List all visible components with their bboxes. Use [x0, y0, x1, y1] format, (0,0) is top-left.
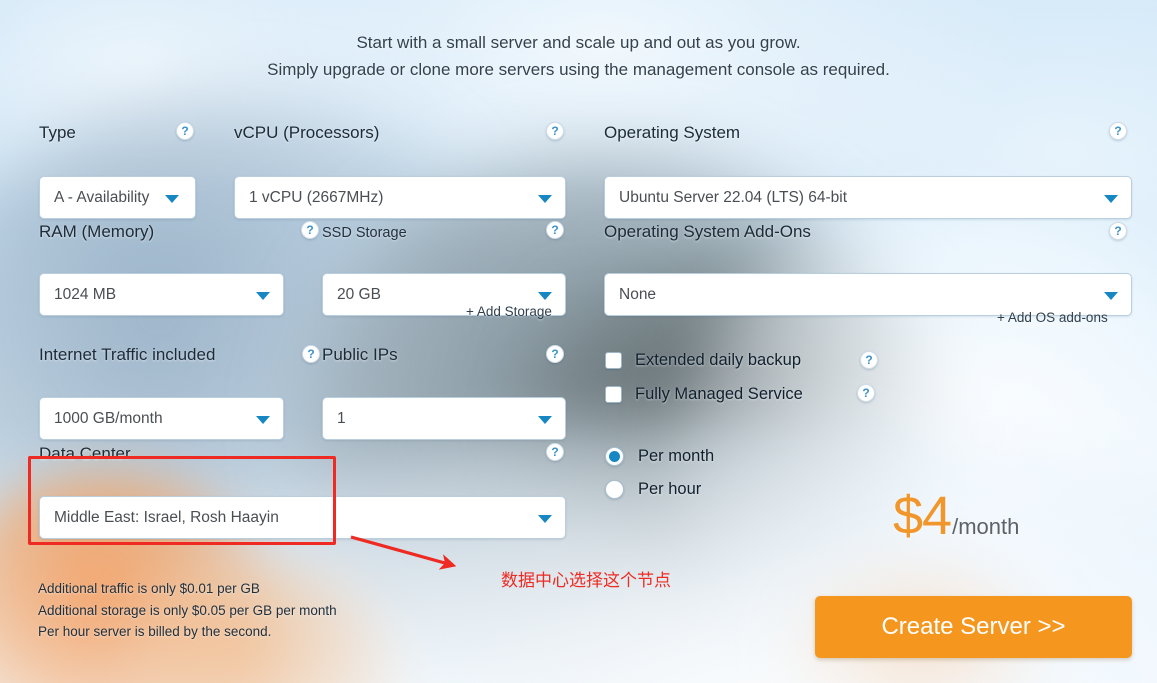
field-ram-label: RAM (Memory) — [39, 222, 155, 241]
price-amount: $4 — [893, 486, 952, 546]
select-public-ips-value: 1 — [337, 409, 346, 427]
select-operating-system[interactable]: Ubuntu Server 22.04 (LTS) 64-bit — [604, 176, 1132, 219]
radio-row-per-month[interactable]: Per month — [605, 447, 714, 466]
select-ram-value: 1024 MB — [54, 285, 117, 303]
radio-per-hour-label: Per hour — [638, 480, 702, 498]
help-icon-os-addons[interactable]: ? — [1109, 222, 1127, 240]
checkbox-extended-daily-backup-label: Extended daily backup — [635, 351, 802, 369]
create-server-button[interactable]: Create Server >> — [815, 596, 1132, 658]
help-icon-vcpu[interactable]: ? — [546, 122, 564, 140]
help-icon-ssd-storage[interactable]: ? — [546, 221, 564, 239]
radio-per-hour-dot — [609, 484, 620, 495]
field-ssd-storage-label: SSD Storage — [322, 225, 407, 241]
checkbox-row-fully-managed-service[interactable]: Fully Managed Service — [605, 385, 803, 404]
select-internet-traffic[interactable]: 1000 GB/month — [39, 397, 284, 440]
chevron-down-icon-type — [165, 194, 179, 203]
select-operating-system-value: Ubuntu Server 22.04 (LTS) 64-bit — [619, 188, 848, 206]
select-ssd-storage-value: 20 GB — [337, 285, 381, 303]
add-os-addons-link[interactable]: + Add OS add-ons — [997, 310, 1108, 325]
add-storage-link[interactable]: + Add Storage — [466, 304, 552, 319]
radio-per-month[interactable] — [605, 447, 624, 466]
field-internet-traffic: Internet Traffic included ? 1000 GB/mont… — [39, 345, 320, 440]
field-internet-traffic-label: Internet Traffic included — [39, 345, 216, 364]
chevron-down-icon-os-addons — [1104, 291, 1118, 300]
fine-print-line-1: Additional traffic is only $0.01 per GB — [38, 581, 260, 596]
field-vcpu-label: vCPU (Processors) — [234, 123, 380, 142]
fine-print-line-3: Per hour server is billed by the second. — [38, 624, 272, 639]
select-vcpu[interactable]: 1 vCPU (2667MHz) — [234, 176, 566, 219]
field-os-addons: Operating System Add-Ons ? None — [604, 222, 1132, 316]
field-operating-system-label: Operating System — [604, 123, 741, 142]
select-public-ips[interactable]: 1 — [322, 397, 566, 440]
radio-per-month-dot — [609, 451, 620, 462]
annotation-text: 数据中心选择这个节点 — [501, 571, 671, 591]
field-data-center: Data Center ? Middle East: Israel, Rosh … — [39, 443, 566, 539]
intro-line-1: Start with a small server and scale up a… — [356, 33, 801, 52]
help-icon-ram[interactable]: ? — [301, 221, 319, 239]
help-icon-data-center[interactable]: ? — [546, 443, 564, 461]
field-operating-system: Operating System ? Ubuntu Server 22.04 (… — [604, 122, 1132, 219]
help-icon-fully-managed-service[interactable]: ? — [857, 384, 875, 402]
select-data-center[interactable]: Middle East: Israel, Rosh Haayin — [39, 496, 566, 539]
chevron-down-icon-ram — [256, 291, 270, 300]
checkbox-fully-managed-service[interactable] — [605, 386, 622, 403]
fine-print-line-2: Additional storage is only $0.05 per GB … — [38, 602, 337, 618]
field-os-addons-label: Operating System Add-Ons — [604, 222, 811, 241]
radio-per-hour[interactable] — [605, 480, 624, 499]
field-public-ips-label: Public IPs — [322, 345, 398, 364]
chevron-down-icon-internet-traffic — [256, 415, 270, 424]
select-ram[interactable]: 1024 MB — [39, 273, 284, 316]
checkbox-row-extended-daily-backup[interactable]: Extended daily backup — [605, 351, 801, 370]
select-vcpu-value: 1 vCPU (2667MHz) — [249, 188, 384, 206]
select-type[interactable]: A - Availability — [39, 176, 196, 219]
help-icon-type[interactable]: ? — [176, 122, 194, 140]
price-period: /month — [952, 514, 1020, 539]
fine-print: Additional traffic is only $0.01 per GB … — [38, 578, 337, 643]
chevron-down-icon-ssd-storage — [538, 291, 552, 300]
radio-row-per-hour[interactable]: Per hour — [605, 480, 701, 499]
help-icon-extended-daily-backup[interactable]: ? — [860, 351, 878, 369]
help-icon-operating-system[interactable]: ? — [1109, 122, 1127, 140]
field-ssd-storage: SSD Storage ? 20 GB — [322, 221, 566, 316]
field-type-label: Type — [39, 123, 76, 142]
select-data-center-value: Middle East: Israel, Rosh Haayin — [54, 508, 279, 526]
field-type: Type ? A - Availability — [39, 122, 196, 219]
server-configurator: Start with a small server and scale up a… — [0, 0, 1157, 683]
intro-text: Start with a small server and scale up a… — [0, 29, 1157, 83]
field-vcpu: vCPU (Processors) ? 1 vCPU (2667MHz) — [234, 122, 566, 219]
radio-per-month-label: Per month — [638, 447, 715, 465]
field-public-ips: Public IPs ? 1 — [322, 345, 566, 440]
chevron-down-icon-vcpu — [538, 194, 552, 203]
select-type-value: A - Availability — [54, 188, 150, 206]
help-icon-public-ips[interactable]: ? — [546, 345, 564, 363]
checkbox-fully-managed-service-label: Fully Managed Service — [635, 385, 803, 403]
chevron-down-icon-operating-system — [1104, 194, 1118, 203]
chevron-down-icon-data-center — [538, 514, 552, 523]
select-os-addons-value: None — [619, 285, 657, 303]
select-internet-traffic-value: 1000 GB/month — [54, 409, 163, 427]
chevron-down-icon-public-ips — [538, 415, 552, 424]
help-icon-internet-traffic[interactable]: ? — [302, 345, 320, 363]
field-data-center-label: Data Center — [39, 444, 131, 463]
intro-line-2: Simply upgrade or clone more servers usi… — [267, 60, 890, 79]
checkbox-extended-daily-backup[interactable] — [605, 352, 622, 369]
field-ram: RAM (Memory) ? 1024 MB — [39, 221, 319, 316]
price-display: $4/month — [893, 489, 1019, 543]
